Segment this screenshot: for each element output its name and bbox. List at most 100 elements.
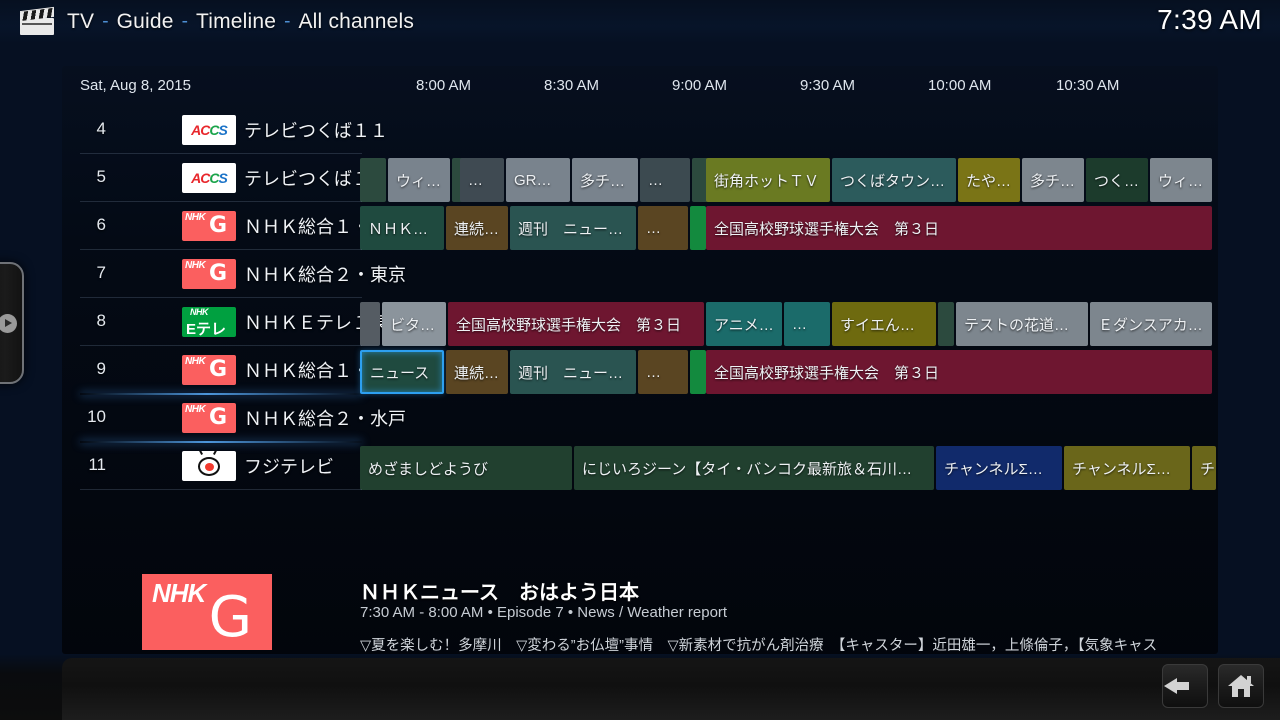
home-button[interactable] [1218, 664, 1264, 708]
program-block[interactable]: … [460, 158, 504, 202]
program-block[interactable]: ニュース [360, 350, 444, 394]
program-block[interactable] [690, 350, 706, 394]
program-block[interactable]: Ｅダンスアカ… [1090, 302, 1212, 346]
channel-row[interactable]: 8 NHK Eテレ ＮＨＫＥテレ１東京 ビタ… 全国高校野球選手権大会 第３日 アニメ…… す… [62, 298, 1218, 346]
program-block[interactable]: GR… [506, 158, 570, 202]
program-block[interactable]: … [784, 302, 830, 346]
program-block[interactable]: ビタ… [382, 302, 446, 346]
program-block[interactable]: … [638, 350, 688, 394]
program-block[interactable]: 全国高校野球選手権大会 第３日 [448, 302, 704, 346]
program-detail-pane: NHK G ＮＨＫニュース おはよう日本 7:30 AM - 8:00 AM •… [62, 506, 1218, 654]
channel-number: 4 [96, 119, 106, 138]
guide-date-label: Sat, Aug 8, 2015 [80, 77, 191, 94]
program-block[interactable] [690, 206, 706, 250]
channel-number: 6 [96, 215, 106, 234]
program-block[interactable]: めざましどようび [360, 446, 572, 490]
program-block[interactable]: ウィ… [388, 158, 450, 202]
program-block[interactable] [360, 302, 380, 346]
accs-logo-icon: ACCS [182, 163, 236, 193]
channel-name: ＮＨＫ総合２・東京 [244, 265, 406, 285]
time-tick: 8:30 AM [544, 77, 600, 94]
breadcrumb-item-guide[interactable]: Guide [117, 10, 174, 34]
channel-row[interactable]: 11 フジテレビ めざましどようび にじいろジーン【タイ・バンコク最新旅＆石川… チャン… [62, 442, 1218, 490]
program-block[interactable]: チャンネルΣ… [936, 446, 1062, 490]
channel-row[interactable]: 9 NHK G ＮＨＫ総合１・水戸 ニュース 連続… 週刊 ニュー…… 全国高校野球選手権大会… [62, 346, 1218, 395]
program-block[interactable]: 全国高校野球選手権大会 第３日 [706, 350, 1212, 394]
nhk-g-logo-icon: NHK G [182, 211, 236, 241]
clock: 7:39 AM [1157, 4, 1262, 35]
program-block[interactable]: 全国高校野球選手権大会 第３日 [706, 206, 1212, 250]
program-block[interactable] [938, 302, 954, 346]
kodi-tv-guide-screen: TV - Guide - Timeline - All channels 7:3… [0, 0, 1280, 720]
program-block[interactable]: アニメ… [706, 302, 782, 346]
channel-row[interactable]: 4 ACCS テレビつくば１１ [62, 106, 1218, 154]
clapperboard-icon [20, 6, 54, 35]
row-divider [80, 489, 362, 490]
breadcrumb-item-timeline[interactable]: Timeline [196, 10, 276, 34]
nhk-g-letter: G [208, 585, 252, 650]
program-block[interactable]: 多チ… [1022, 158, 1084, 202]
channel-number: 8 [96, 311, 106, 330]
time-ruler: Sat, Aug 8, 2015 8:00 AM 8:30 AM 9:00 AM 9:… [62, 66, 1218, 106]
channel-name: フジテレビ [244, 457, 334, 477]
program-block[interactable]: 連続… [446, 206, 508, 250]
nhk-logo-text: NHK [152, 578, 206, 608]
channel-name: テレビつくば１１ [244, 121, 388, 141]
program-block[interactable]: つく… [1086, 158, 1148, 202]
nhk-g-logo-icon: NHK G [182, 403, 236, 433]
time-tick: 9:30 AM [800, 77, 856, 94]
side-panel-tab[interactable] [0, 262, 24, 384]
program-meta: 7:30 AM - 8:00 AM • Episode 7 • News / W… [360, 604, 728, 621]
program-block[interactable]: チ [1192, 446, 1216, 490]
program-block[interactable]: 街角ホットＴＶ [706, 158, 830, 202]
program-block[interactable]: テストの花道… [956, 302, 1088, 346]
time-tick: 8:00 AM [416, 77, 472, 94]
program-block[interactable]: … [640, 158, 690, 202]
program-block[interactable]: … [638, 206, 688, 250]
channel-number: 5 [96, 167, 106, 186]
program-block[interactable]: たや… [958, 158, 1020, 202]
nhk-g-logo-icon: NHK G [182, 259, 236, 289]
breadcrumb-separator: - [284, 11, 291, 32]
breadcrumb-separator: - [181, 11, 188, 32]
program-block[interactable]: 週刊 ニュー… [510, 350, 636, 394]
top-bar: TV - Guide - Timeline - All channels 7:3… [0, 0, 1280, 44]
program-block[interactable]: 週刊 ニュー… [510, 206, 636, 250]
channel-row[interactable]: 6 NHK G ＮＨＫ総合１・東京 ＮＨＫ… 連続… 週刊 ニュー…… 全国高校野球選手権大会… [62, 202, 1218, 250]
channel-row[interactable]: 10 NHK G ＮＨＫ総合２・水戸 [62, 394, 1218, 443]
breadcrumb: TV - Guide - Timeline - All channels [20, 6, 414, 35]
accs-logo-icon: ACCS [182, 115, 236, 145]
nhk-g-logo: NHK G [142, 574, 272, 650]
program-block[interactable]: ウィ… [1150, 158, 1212, 202]
nhk-etele-logo-icon: NHK Eテレ [182, 307, 236, 337]
time-tick: 10:00 AM [928, 77, 992, 94]
program-title: ＮＨＫニュース おはよう日本 [360, 582, 639, 604]
home-icon [1228, 675, 1254, 697]
channel-number: 9 [96, 359, 106, 378]
back-button[interactable] [1162, 664, 1208, 708]
play-triangle-icon [0, 313, 17, 333]
channel-rows: 4 ACCS テレビつくば１１ 5 ACCS テレビつくば１１ ウィ…… GR… 多チ…… 街角ホ… [62, 106, 1218, 536]
breadcrumb-item-tv[interactable]: TV [67, 10, 94, 34]
channel-name: ＮＨＫ総合２・水戸 [244, 409, 406, 429]
channel-number: 10 [87, 407, 106, 426]
channel-number: 11 [88, 455, 106, 474]
nhk-g-logo-icon: NHK G [182, 355, 236, 385]
time-tick: 9:00 AM [672, 77, 728, 94]
program-block[interactable]: チャンネルΣ… [1064, 446, 1190, 490]
breadcrumb-item-all-channels[interactable]: All channels [298, 10, 414, 34]
channel-row[interactable]: 5 ACCS テレビつくば１１ ウィ…… GR… 多チ…… 街角ホットＴＶ つくばタウン… たや… [62, 154, 1218, 202]
channel-number: 7 [96, 263, 106, 282]
program-plot: ▽夏を楽しむ！多摩川 ▽変わる”お仏壇”事情 ▽新素材で抗がん剤治療 【キャスタ… [360, 638, 1158, 654]
channel-row[interactable]: 7 NHK G ＮＨＫ総合２・東京 [62, 250, 1218, 298]
program-block[interactable]: 連続… [446, 350, 508, 394]
bottom-bar [0, 654, 1280, 720]
bottom-bar-inner [62, 658, 1280, 720]
program-block[interactable]: すイエん… [832, 302, 936, 346]
program-block[interactable]: にじいろジーン【タイ・バンコク最新旅＆石川… [574, 446, 934, 490]
program-block[interactable]: 多チ… [572, 158, 638, 202]
program-block[interactable]: つくばタウン… [832, 158, 956, 202]
program-block[interactable]: ＮＨＫ… [360, 206, 444, 250]
program-block[interactable] [360, 158, 386, 202]
epg-guide-panel: Sat, Aug 8, 2015 8:00 AM 8:30 AM 9:00 AM 9:… [62, 66, 1218, 654]
